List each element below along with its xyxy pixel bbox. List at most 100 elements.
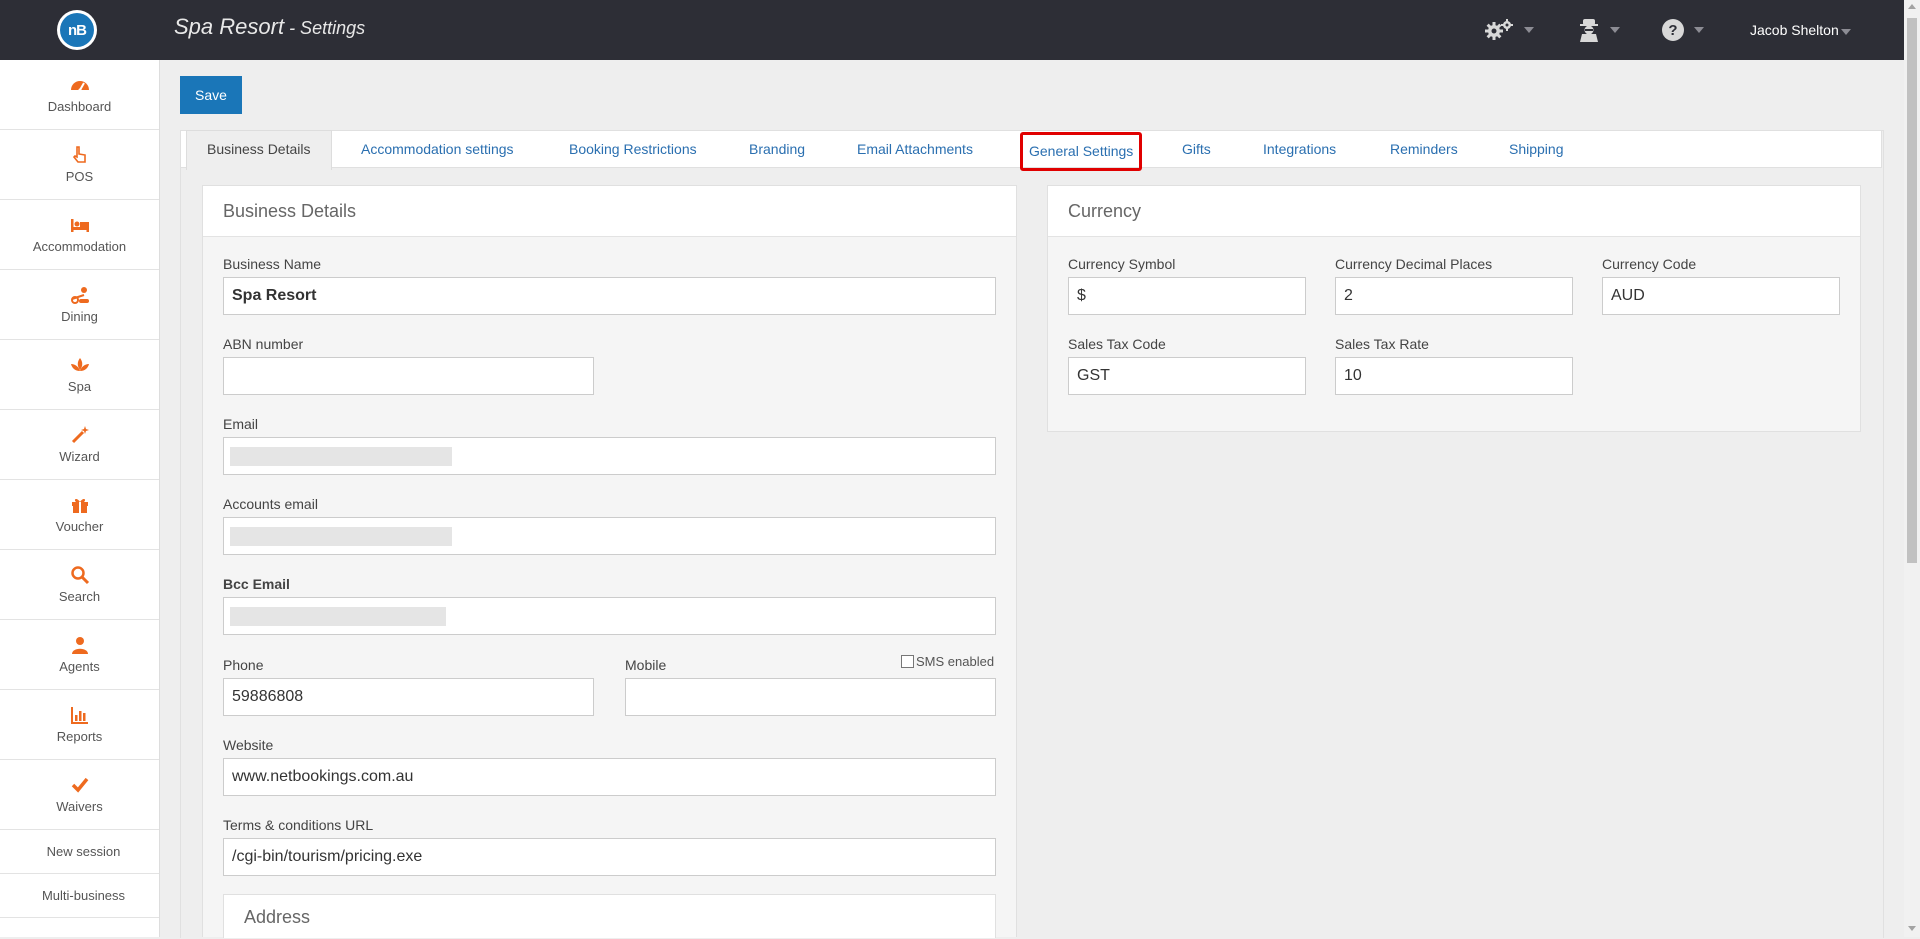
phone-input[interactable]: 59886808: [223, 678, 594, 716]
multi-business-link[interactable]: Multi-business: [0, 874, 159, 918]
mobile-label: Mobile: [625, 657, 667, 673]
new-session-link[interactable]: New session: [0, 830, 159, 874]
sidebar-item-label: Dining: [61, 309, 98, 324]
svg-text:?: ?: [1668, 22, 1677, 39]
sales-tax-rate-input[interactable]: 10: [1335, 357, 1573, 395]
chevron-down-icon: [1524, 27, 1534, 33]
website-label: Website: [223, 737, 274, 753]
scroll-up-icon[interactable]: [1908, 4, 1916, 9]
chevron-down-icon: [1841, 29, 1851, 35]
redacted-value: [230, 527, 452, 546]
tab-accommodation-settings[interactable]: Accommodation settings: [361, 131, 514, 168]
sidebar-item-label: Accommodation: [32, 239, 127, 254]
tab-branding[interactable]: Branding: [749, 131, 805, 168]
bar-chart-icon: [70, 707, 88, 724]
terms-url-input[interactable]: /cgi-bin/tourism/pricing.exe: [223, 838, 996, 876]
tab-gifts[interactable]: Gifts: [1182, 131, 1211, 168]
check-icon: [71, 777, 88, 793]
hand-pointer-icon: [72, 146, 86, 163]
settings-menu[interactable]: [1484, 18, 1534, 42]
gift-icon: [71, 498, 88, 513]
tab-booking-restrictions[interactable]: Booking Restrictions: [569, 131, 697, 168]
agent-menu[interactable]: [1578, 18, 1620, 42]
tab-email-attachments[interactable]: Email Attachments: [857, 131, 973, 168]
sidebar-item-spa[interactable]: Spa: [0, 340, 159, 410]
currency-decimal-input[interactable]: 2: [1335, 277, 1573, 315]
logo-text: nB: [60, 13, 94, 47]
currency-code-label: Currency Code: [1602, 256, 1697, 272]
business-name-input[interactable]: Spa Resort: [223, 277, 996, 315]
accounts-email-input[interactable]: [223, 517, 996, 555]
scrollbar-thumb[interactable]: [1907, 18, 1917, 563]
tab-shipping[interactable]: Shipping: [1509, 131, 1564, 168]
sidebar: Dashboard POS Accommodation Dining Spa W…: [0, 60, 160, 937]
email-input[interactable]: [223, 437, 996, 475]
dashboard-icon: [70, 81, 89, 92]
sales-tax-code-input[interactable]: GST: [1068, 357, 1306, 395]
sms-enabled-checkbox[interactable]: SMS enabled: [901, 654, 994, 669]
tab-business-details[interactable]: Business Details: [186, 130, 332, 170]
bed-icon: [70, 219, 89, 232]
sidebar-item-dashboard[interactable]: Dashboard: [0, 60, 159, 130]
tab-reminders[interactable]: Reminders: [1390, 131, 1458, 168]
currency-symbol-label: Currency Symbol: [1068, 256, 1176, 272]
sidebar-item-waivers[interactable]: Waivers: [0, 760, 159, 830]
bcc-email-input[interactable]: [223, 597, 996, 635]
settings-tabs: Business Details Accommodation settings …: [180, 130, 1882, 171]
dining-icon: [70, 287, 89, 304]
page-title: Spa Resort - Settings: [174, 14, 365, 40]
save-button[interactable]: Save: [180, 76, 242, 114]
page-subtitle: - Settings: [284, 18, 366, 38]
business-details-card: Business Details Business Name Spa Resor…: [202, 185, 1017, 938]
sidebar-item-dining[interactable]: Dining: [0, 270, 159, 340]
sidebar-item-wizard[interactable]: Wizard: [0, 410, 159, 480]
tab-general-settings[interactable]: General Settings: [1020, 132, 1143, 171]
sidebar-item-pos[interactable]: POS: [0, 130, 159, 200]
redacted-value: [230, 607, 446, 626]
top-navbar: nB Spa Resort - Settings ? Jacob Shelton: [0, 0, 1904, 60]
lotus-icon: [70, 358, 89, 371]
sidebar-item-label: Agents: [59, 659, 100, 674]
chevron-down-icon: [1610, 27, 1620, 33]
sidebar-item-accommodation[interactable]: Accommodation: [0, 200, 159, 270]
sales-tax-code-label: Sales Tax Code: [1068, 336, 1166, 352]
sidebar-item-label: Dashboard: [47, 99, 112, 114]
user-icon: [71, 637, 88, 654]
scroll-down-icon[interactable]: [1908, 926, 1916, 931]
business-details-heading: Business Details: [203, 186, 1016, 237]
magic-wand-icon: [71, 426, 89, 444]
currency-code-input[interactable]: AUD: [1602, 277, 1840, 315]
website-input[interactable]: www.netbookings.com.au: [223, 758, 996, 796]
abn-label: ABN number: [223, 336, 304, 352]
mobile-input[interactable]: [625, 678, 996, 716]
sidebar-item-search[interactable]: Search: [0, 550, 159, 620]
abn-input[interactable]: [223, 357, 594, 395]
tab-integrations[interactable]: Integrations: [1263, 131, 1336, 168]
sidebar-item-reports[interactable]: Reports: [0, 690, 159, 760]
help-menu[interactable]: ?: [1662, 18, 1704, 42]
terms-url-label: Terms & conditions URL: [223, 817, 374, 833]
sidebar-item-label: Wizard: [59, 449, 100, 464]
accounts-email-label: Accounts email: [223, 496, 318, 512]
currency-heading: Currency: [1048, 186, 1860, 237]
business-title: Spa Resort: [174, 14, 285, 39]
help-icon: ?: [1662, 19, 1684, 41]
sidebar-item-label: Spa: [67, 379, 92, 394]
sidebar-item-label: Voucher: [55, 519, 104, 534]
gears-icon: [1485, 19, 1513, 40]
sms-enabled-label: SMS enabled: [916, 654, 995, 669]
email-label: Email: [223, 416, 259, 432]
redacted-value: [230, 447, 452, 466]
sidebar-item-label: POS: [65, 169, 94, 184]
sidebar-item-label: Search: [58, 589, 101, 604]
sidebar-item-agents[interactable]: Agents: [0, 620, 159, 690]
currency-symbol-input[interactable]: $: [1068, 277, 1306, 315]
phone-label: Phone: [223, 657, 264, 673]
search-icon: [70, 566, 89, 585]
business-name-label: Business Name: [223, 256, 322, 272]
app-logo[interactable]: nB: [57, 10, 97, 50]
user-menu[interactable]: Jacob Shelton: [1750, 22, 1839, 38]
sidebar-item-label: Waivers: [56, 799, 103, 814]
sidebar-item-voucher[interactable]: Voucher: [0, 480, 159, 550]
currency-card: Currency Currency Symbol $ Currency Deci…: [1047, 185, 1861, 432]
